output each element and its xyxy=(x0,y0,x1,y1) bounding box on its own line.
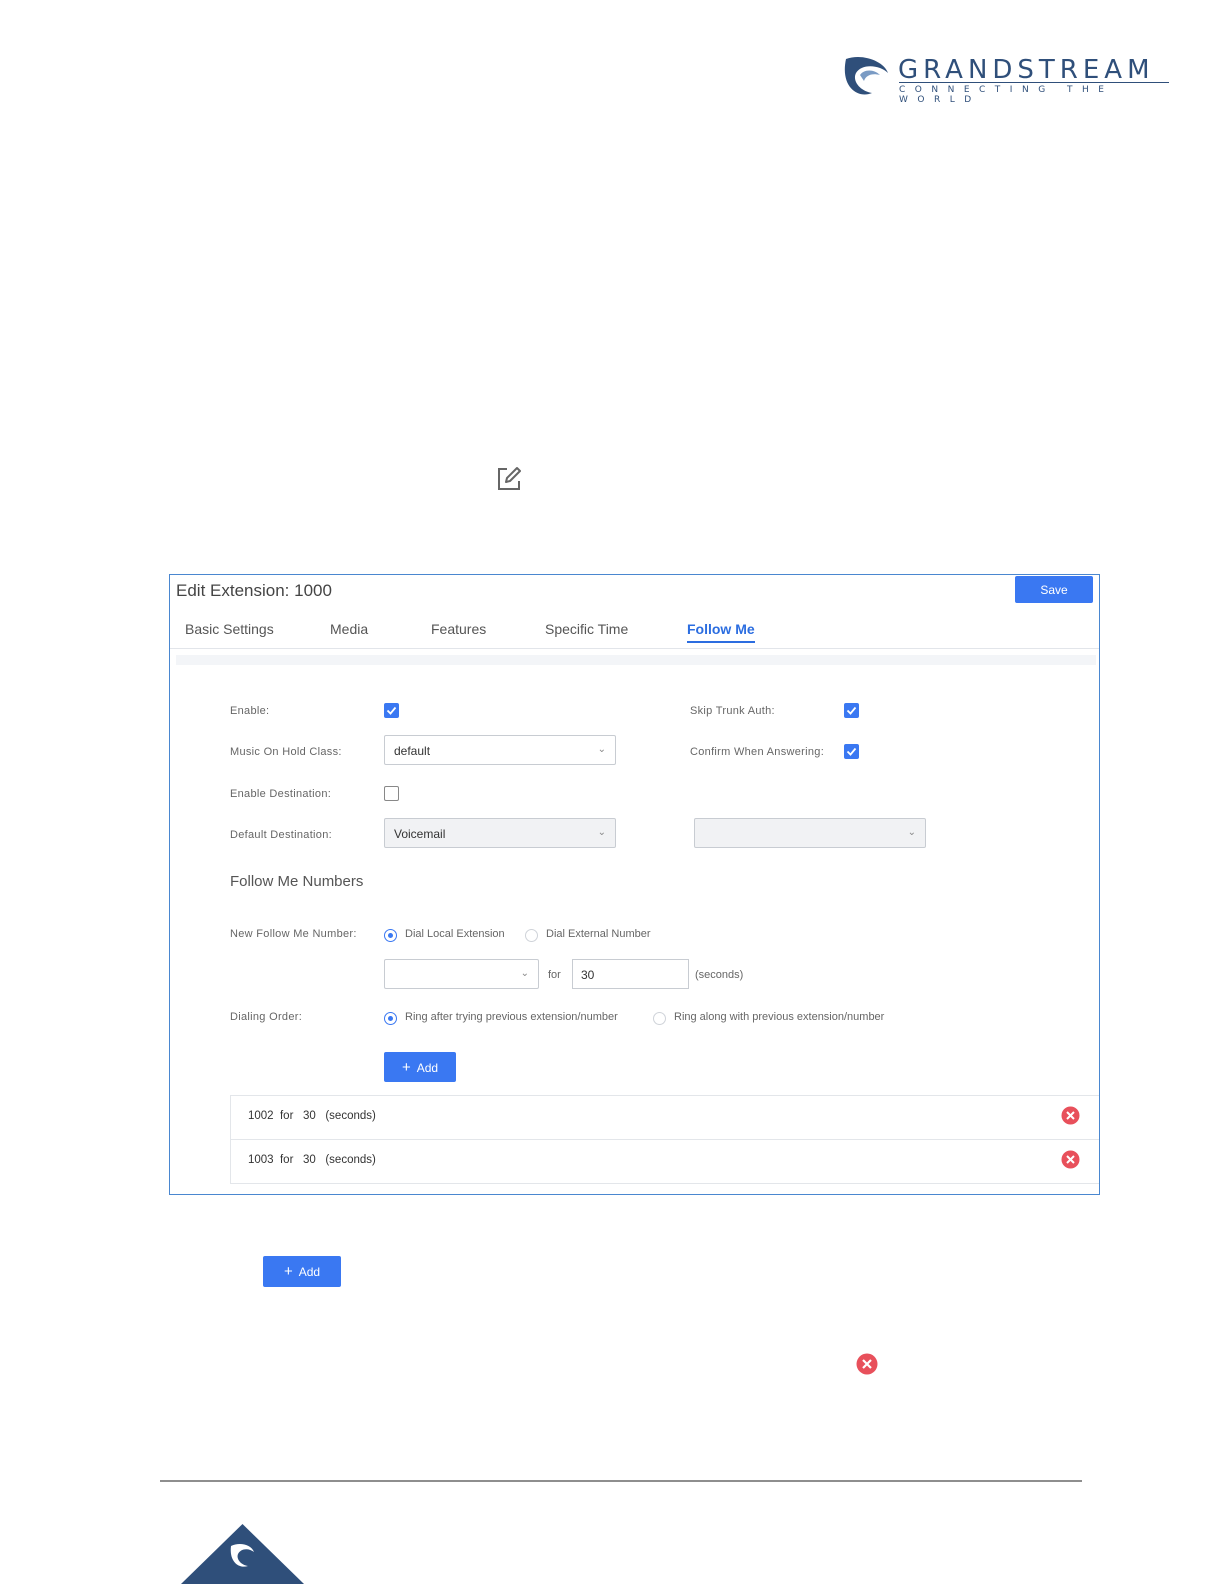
chevron-down-icon: ⌄ xyxy=(597,744,606,755)
chevron-down-icon: ⌄ xyxy=(907,827,916,838)
grandstream-logo: GRANDSTREAM CONNECTING THE WORLD xyxy=(842,55,1172,105)
check-icon xyxy=(386,706,397,715)
footer-divider xyxy=(160,1480,1082,1482)
footer-logo-mark xyxy=(181,1524,304,1584)
delete-icon[interactable] xyxy=(1061,1106,1080,1125)
list-item-text: 1002 for 30 (seconds) xyxy=(248,1110,376,1122)
radio-dial-local-label: Dial Local Extension xyxy=(405,928,505,940)
tab-bar: Basic Settings Media Features Specific T… xyxy=(170,619,1099,649)
radio-ring-along-label: Ring along with previous extension/numbe… xyxy=(674,1011,885,1023)
brand-name: GRANDSTREAM xyxy=(898,55,1155,85)
check-icon xyxy=(846,747,857,756)
confirm-answering-label: Confirm When Answering: xyxy=(690,746,825,758)
tab-features[interactable]: Features xyxy=(431,621,486,641)
music-on-hold-value: default xyxy=(394,744,431,758)
chevron-down-icon: ⌄ xyxy=(520,968,529,979)
list-item: 1003 for 30 (seconds) xyxy=(230,1140,1099,1184)
tab-basic-settings[interactable]: Basic Settings xyxy=(185,621,274,641)
chevron-down-icon: ⌄ xyxy=(597,827,606,838)
enable-label: Enable: xyxy=(230,705,270,717)
dialing-order-label: Dialing Order: xyxy=(230,1011,303,1023)
tab-follow-me[interactable]: Follow Me xyxy=(687,621,755,643)
list-item-text: 1003 for 30 (seconds) xyxy=(248,1154,376,1166)
check-icon xyxy=(846,706,857,715)
content-top-strip xyxy=(176,655,1096,665)
radio-ring-along[interactable] xyxy=(653,1012,666,1025)
follow-me-list: 1002 for 30 (seconds) 1003 for 30 (secon… xyxy=(230,1095,1099,1184)
skip-trunk-auth-label: Skip Trunk Auth: xyxy=(690,705,775,717)
radio-dial-external[interactable] xyxy=(525,929,538,942)
delete-icon[interactable] xyxy=(1061,1150,1080,1169)
default-destination-select[interactable]: Voicemail ⌄ xyxy=(384,818,616,848)
save-button[interactable]: Save xyxy=(1015,576,1093,603)
for-label: for xyxy=(548,969,561,981)
confirm-answering-checkbox[interactable] xyxy=(844,744,859,759)
tab-media[interactable]: Media xyxy=(330,621,368,641)
default-destination-sub-select[interactable]: ⌄ xyxy=(694,818,926,848)
tab-specific-time[interactable]: Specific Time xyxy=(545,621,628,641)
add-number-button[interactable]: + Add xyxy=(384,1052,456,1082)
radio-ring-after[interactable] xyxy=(384,1012,397,1025)
enable-destination-checkbox[interactable] xyxy=(384,786,399,801)
default-destination-value: Voicemail xyxy=(394,827,446,841)
music-on-hold-label: Music On Hold Class: xyxy=(230,746,342,758)
radio-dial-external-label: Dial External Number xyxy=(546,928,651,940)
radio-dial-local[interactable] xyxy=(384,929,397,942)
extension-select[interactable]: ⌄ xyxy=(384,959,539,989)
brand-tagline: CONNECTING THE WORLD xyxy=(899,85,1114,105)
logo-divider xyxy=(899,82,1169,83)
dialog-title: Edit Extension: 1000 xyxy=(176,581,332,600)
seconds-unit-label: (seconds) xyxy=(695,969,744,981)
default-destination-label: Default Destination: xyxy=(230,829,332,841)
edit-icon xyxy=(495,465,523,493)
radio-ring-after-label: Ring after trying previous extension/num… xyxy=(405,1011,618,1023)
delete-icon-example xyxy=(856,1353,878,1375)
new-number-label: New Follow Me Number: xyxy=(230,928,357,940)
music-on-hold-select[interactable]: default ⌄ xyxy=(384,735,616,765)
list-item: 1002 for 30 (seconds) xyxy=(230,1096,1099,1140)
enable-checkbox[interactable] xyxy=(384,703,399,718)
add-button-example-label: Add xyxy=(298,1265,321,1279)
enable-destination-label: Enable Destination: xyxy=(230,788,332,800)
edit-extension-dialog: Edit Extension: 1000 Save Basic Settings… xyxy=(169,574,1100,1195)
seconds-input[interactable]: 30 xyxy=(572,959,689,989)
logo-swoosh-icon xyxy=(844,56,888,95)
plus-icon: + xyxy=(401,1058,411,1076)
skip-trunk-auth-checkbox[interactable] xyxy=(844,703,859,718)
plus-icon: + xyxy=(283,1263,293,1280)
add-button-example[interactable]: + Add xyxy=(263,1256,341,1287)
add-button-label: Add xyxy=(416,1060,439,1075)
follow-me-numbers-title: Follow Me Numbers xyxy=(230,873,364,890)
